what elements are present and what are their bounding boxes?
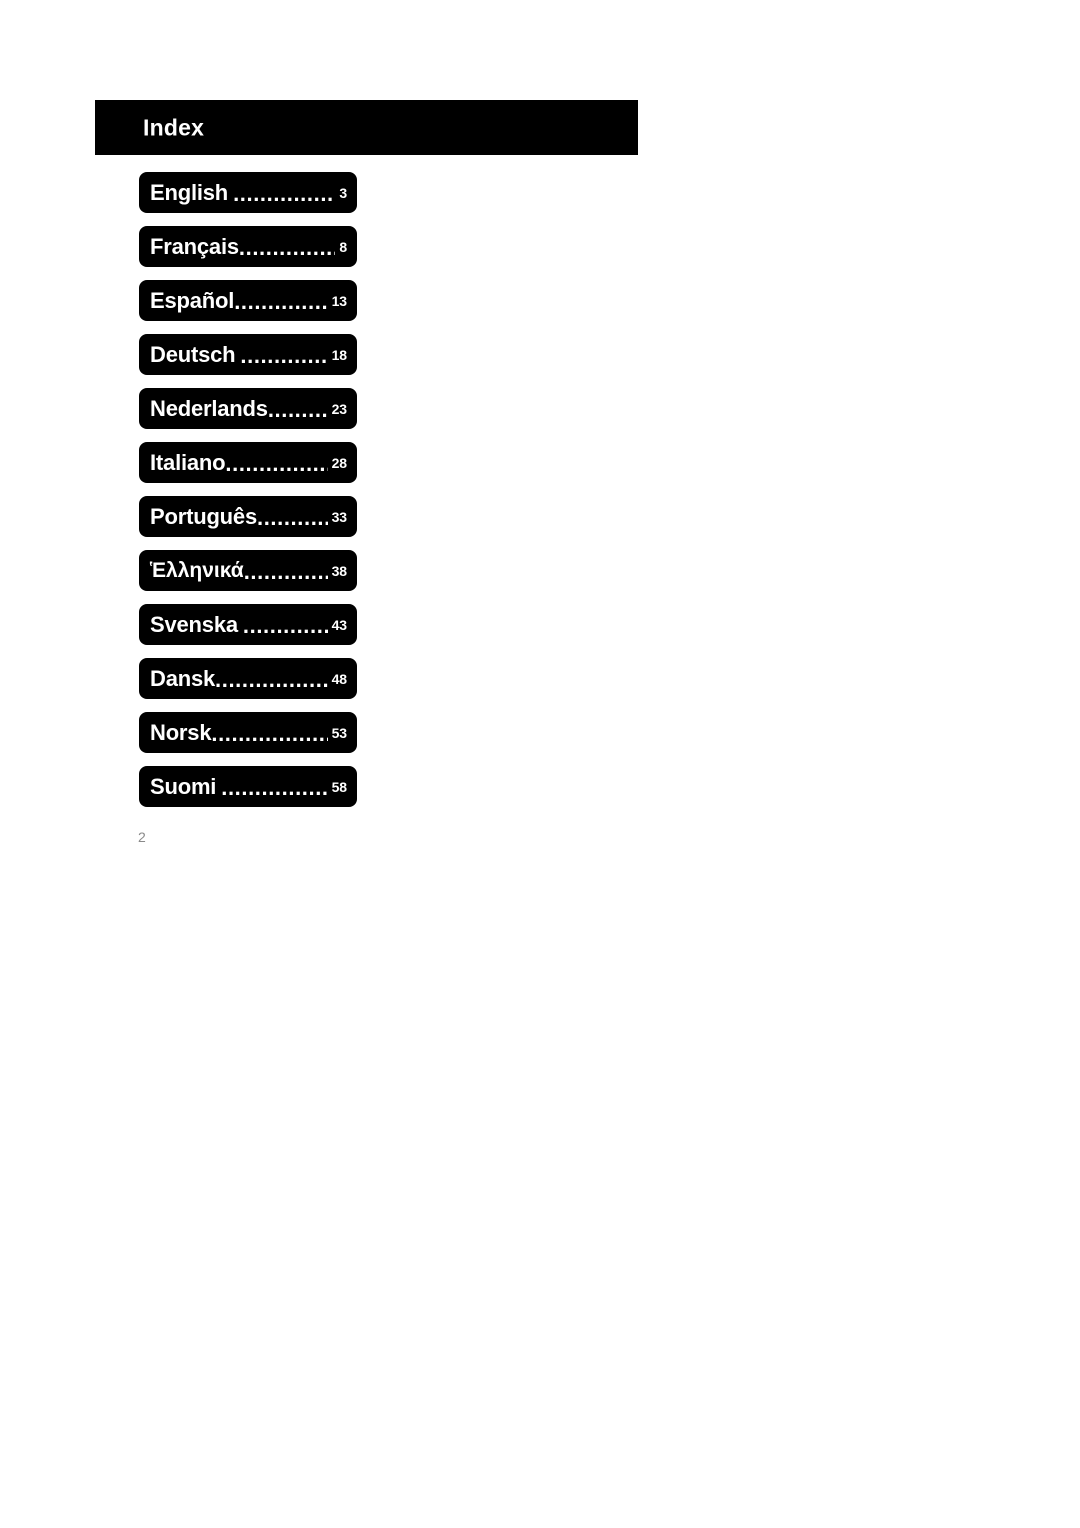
index-entry-leader-dots: ........................................… bbox=[268, 398, 328, 420]
index-entry-language: Ἑλληνικά bbox=[150, 559, 244, 582]
leader-dots-glyphs: ........................................… bbox=[221, 775, 327, 798]
index-entry-page-number: 3 bbox=[339, 184, 347, 201]
leader-dots-glyphs: ........................................… bbox=[240, 343, 328, 366]
index-entry-leader-dots: ........................................… bbox=[234, 290, 327, 312]
index-entry-page-number: 58 bbox=[331, 778, 347, 795]
leader-dots-glyphs: ........................................… bbox=[215, 667, 328, 690]
index-entry-page-number: 13 bbox=[331, 292, 347, 309]
index-entry[interactable]: English.................................… bbox=[139, 172, 357, 213]
leader-dots-glyphs: ........................................… bbox=[225, 451, 327, 474]
index-entry[interactable]: Suomi...................................… bbox=[139, 766, 357, 807]
index-entry-leader-dots: ........................................… bbox=[215, 668, 328, 690]
index-entry[interactable]: Norsk...................................… bbox=[139, 712, 357, 753]
index-entry-leader-dots: ........................................… bbox=[221, 776, 327, 798]
index-entry-language: Svenska bbox=[150, 611, 238, 637]
index-entry-language: Suomi bbox=[150, 773, 217, 799]
index-entry-page-number: 48 bbox=[331, 670, 347, 687]
index-entry[interactable]: Español.................................… bbox=[139, 280, 357, 321]
index-entry-row: Italiano................................… bbox=[150, 442, 347, 483]
index-entry[interactable]: Nederlands..............................… bbox=[139, 388, 357, 429]
index-entry[interactable]: Italiano................................… bbox=[139, 442, 357, 483]
index-entry-row: Dansk...................................… bbox=[150, 658, 347, 699]
leader-dots-glyphs: ........................................… bbox=[243, 559, 328, 582]
leader-dots-glyphs: ........................................… bbox=[234, 289, 328, 312]
index-entry-language: Español bbox=[150, 287, 235, 313]
index-entry[interactable]: Svenska.................................… bbox=[139, 604, 357, 645]
index-entry-row: Norsk...................................… bbox=[150, 712, 347, 753]
index-entry-page-number: 53 bbox=[331, 724, 347, 741]
index-entry-language: Nederlands bbox=[150, 395, 268, 421]
index-entry-page-number: 28 bbox=[331, 454, 347, 471]
index-entry-row: Español.................................… bbox=[150, 280, 347, 321]
page-title: Index bbox=[143, 114, 205, 140]
index-entry-leader-dots: ........................................… bbox=[243, 614, 328, 636]
index-entry-leader-dots: ........................................… bbox=[244, 560, 328, 582]
leader-dots-glyphs: ........................................… bbox=[267, 397, 328, 420]
index-entry-page-number: 43 bbox=[331, 616, 347, 633]
index-entry[interactable]: Ἑλληνικά................................… bbox=[139, 550, 357, 591]
index-entry-page-number: 23 bbox=[331, 400, 347, 417]
index-entry-language: Français bbox=[150, 233, 239, 259]
index-entry-page-number: 18 bbox=[331, 346, 347, 363]
index-entry-row: Svenska.................................… bbox=[150, 604, 347, 645]
index-entry-language: Italiano bbox=[150, 449, 226, 475]
index-entry[interactable]: Français................................… bbox=[139, 226, 357, 267]
leader-dots-glyphs: ........................................… bbox=[233, 181, 335, 204]
index-entry[interactable]: Português...............................… bbox=[139, 496, 357, 537]
index-entry[interactable]: Dansk...................................… bbox=[139, 658, 357, 699]
index-entry-leader-dots: ........................................… bbox=[239, 236, 335, 258]
page-folio-number: 2 bbox=[138, 829, 146, 845]
index-entry-leader-dots: ........................................… bbox=[233, 182, 335, 204]
index-header-band: Index bbox=[95, 100, 638, 155]
index-entry-page-number: 38 bbox=[331, 562, 347, 579]
index-entry-row: Suomi...................................… bbox=[150, 766, 347, 807]
index-list: English.................................… bbox=[139, 172, 357, 820]
index-entry-row: Deutsch.................................… bbox=[150, 334, 347, 375]
index-entry-leader-dots: ........................................… bbox=[225, 452, 327, 474]
index-entry-language: Dansk bbox=[150, 665, 216, 691]
index-entry-row: English.................................… bbox=[150, 172, 347, 213]
index-entry-row: Français................................… bbox=[150, 226, 347, 267]
index-entry-row: Ἑλληνικά................................… bbox=[150, 550, 347, 591]
index-entry-language: Português bbox=[150, 503, 257, 529]
document-page: Index English...........................… bbox=[0, 0, 1080, 1528]
index-entry-language: English bbox=[150, 179, 229, 205]
index-entry[interactable]: Deutsch.................................… bbox=[139, 334, 357, 375]
index-entry-leader-dots: ........................................… bbox=[211, 722, 327, 744]
index-entry-row: Nederlands..............................… bbox=[150, 388, 347, 429]
leader-dots-glyphs: ........................................… bbox=[211, 721, 327, 744]
index-entry-leader-dots: ........................................… bbox=[240, 344, 327, 366]
index-entry-language: Norsk bbox=[150, 719, 212, 745]
index-entry-page-number: 8 bbox=[339, 238, 347, 255]
index-entry-leader-dots: ........................................… bbox=[257, 506, 328, 528]
leader-dots-glyphs: ........................................… bbox=[238, 235, 335, 258]
index-entry-language: Deutsch bbox=[150, 341, 236, 367]
index-entry-page-number: 33 bbox=[331, 508, 347, 525]
leader-dots-glyphs: ........................................… bbox=[242, 613, 328, 636]
index-entry-row: Português...............................… bbox=[150, 496, 347, 537]
leader-dots-glyphs: ........................................… bbox=[257, 505, 328, 528]
